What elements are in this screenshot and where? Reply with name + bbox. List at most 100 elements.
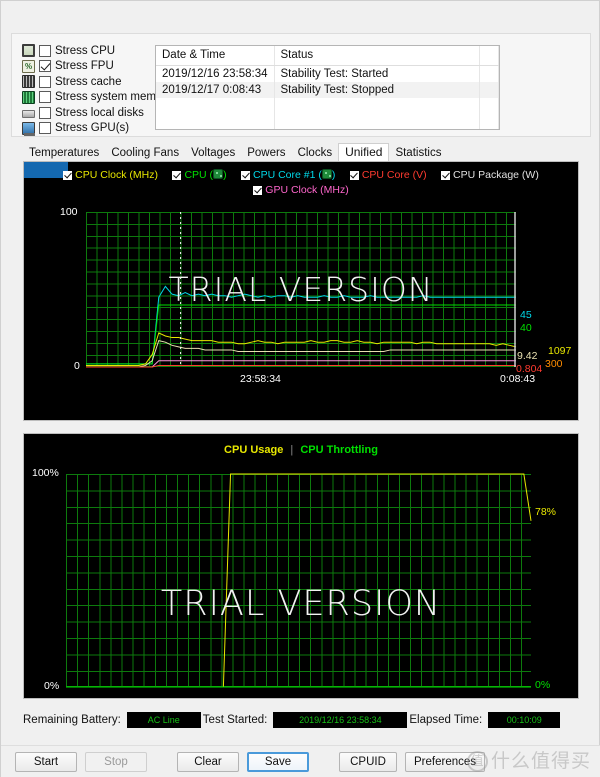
cell-spacer bbox=[479, 98, 499, 114]
preferences-button[interactable]: Preferences bbox=[405, 752, 486, 772]
stress-option-cache[interactable]: Stress cache bbox=[22, 74, 147, 90]
battery-value: AC Line bbox=[126, 712, 201, 728]
column-header-datetime[interactable]: Date & Time bbox=[156, 46, 275, 66]
button-bar: Start Stop Clear Save CPUID Preferences bbox=[1, 745, 600, 777]
column-header-status[interactable]: Status bbox=[274, 46, 480, 66]
cache-icon bbox=[22, 75, 35, 89]
chart2-series-svg bbox=[66, 474, 531, 687]
status-bar: Remaining Battery: AC Line Test Started:… bbox=[23, 709, 579, 731]
tab-temperatures[interactable]: Temperatures bbox=[23, 146, 105, 161]
save-button[interactable]: Save bbox=[247, 752, 309, 772]
legend-checkbox[interactable] bbox=[172, 171, 182, 180]
legend-checkbox[interactable] bbox=[349, 171, 359, 180]
legend-checkbox[interactable] bbox=[241, 171, 251, 180]
chart-tab-bar: Temperatures Cooling Fans Voltages Power… bbox=[23, 143, 447, 162]
cpuid-button[interactable]: CPUID bbox=[339, 752, 397, 772]
cell-spacer bbox=[479, 114, 499, 129]
cell-datetime bbox=[156, 114, 275, 129]
legend-item-cpu-core1-temp[interactable]: CPU Core #1 () bbox=[241, 168, 335, 183]
table-row[interactable] bbox=[156, 114, 499, 129]
chart1-plot-area bbox=[86, 212, 516, 367]
legend-item-cpu-throttling[interactable]: CPU Throttling bbox=[300, 444, 378, 456]
stress-option-label: Stress cache bbox=[55, 75, 122, 88]
stress-option-fpu[interactable]: % Stress FPU bbox=[22, 59, 147, 75]
elapsed-time-label: Elapsed Time: bbox=[409, 714, 483, 726]
stress-option-system-mem[interactable]: Stress system mem bbox=[22, 90, 156, 106]
chart2-legend: CPU Usage | CPU Throttling bbox=[24, 444, 578, 456]
stress-local-disks-checkbox[interactable] bbox=[39, 106, 51, 119]
chart1-legend: CPU Clock (MHz) CPU () CPU Core #1 () CP… bbox=[24, 168, 578, 198]
cpu-chip-icon bbox=[22, 44, 35, 58]
elapsed-time-value: 00:10:09 bbox=[488, 712, 561, 728]
clear-button[interactable]: Clear bbox=[177, 752, 239, 772]
stress-option-label: Stress FPU bbox=[55, 60, 114, 73]
celsius-emoji-icon bbox=[213, 169, 224, 179]
chart1-endvalue-cpu-temp: 40 bbox=[520, 322, 532, 334]
battery-label: Remaining Battery: bbox=[23, 714, 121, 726]
table-row[interactable] bbox=[156, 98, 499, 114]
legend-item-cpu-package-w[interactable]: CPU Package (W) bbox=[441, 168, 539, 183]
chart1-series-svg bbox=[86, 212, 516, 367]
legend-label: CPU Clock (MHz) bbox=[75, 169, 159, 181]
legend-item-cpu-clock[interactable]: CPU Clock (MHz) bbox=[63, 168, 158, 183]
stress-system-mem-checkbox[interactable] bbox=[39, 91, 51, 104]
cell-status bbox=[274, 98, 480, 114]
legend-item-cpu-usage[interactable]: CPU Usage bbox=[224, 444, 283, 456]
column-header-spacer bbox=[479, 46, 499, 66]
test-started-label: Test Started: bbox=[202, 714, 268, 726]
cell-spacer bbox=[479, 65, 499, 82]
tab-cooling-fans[interactable]: Cooling Fans bbox=[105, 146, 185, 161]
legend-label: CPU Core (V) bbox=[361, 169, 427, 181]
chart1-x-start-label: 23:58:34 bbox=[240, 373, 281, 385]
legend-label: CPU Package (W) bbox=[453, 169, 539, 181]
fpu-percent-icon: % bbox=[22, 59, 35, 73]
stress-option-label: Stress local disks bbox=[55, 106, 144, 119]
legend-checkbox[interactable] bbox=[441, 171, 451, 180]
stress-option-cpu[interactable]: Stress CPU bbox=[22, 43, 147, 59]
stress-option-label: Stress system mem bbox=[55, 91, 156, 104]
tab-unified[interactable]: Unified bbox=[338, 143, 390, 162]
legend-checkbox[interactable] bbox=[63, 171, 73, 180]
unified-chart-panel[interactable]: CPU Clock (MHz) CPU () CPU Core #1 () CP… bbox=[23, 161, 579, 421]
legend-label: CPU () bbox=[184, 169, 227, 181]
table-row[interactable]: 2019/12/16 23:58:34 Stability Test: Star… bbox=[156, 65, 499, 82]
stress-option-gpu[interactable]: Stress GPU(s) bbox=[22, 121, 147, 137]
chart1-endvalue-package-w: 9.42 bbox=[517, 350, 538, 362]
cell-datetime bbox=[156, 98, 275, 114]
legend-item-gpu-clock[interactable]: GPU Clock (MHz) bbox=[253, 183, 349, 198]
chart1-endvalue-cpu-clock: 1097 bbox=[548, 345, 572, 357]
start-button[interactable]: Start bbox=[15, 752, 77, 772]
stress-cache-checkbox[interactable] bbox=[39, 75, 51, 88]
celsius-emoji-icon bbox=[321, 169, 332, 179]
stress-gpu-checkbox[interactable] bbox=[39, 122, 51, 135]
stress-fpu-checkbox[interactable] bbox=[39, 60, 51, 73]
stop-button: Stop bbox=[85, 752, 147, 772]
chart1-endvalue-gpu-clock: 300 bbox=[545, 358, 563, 370]
cell-spacer bbox=[479, 82, 499, 98]
event-log-table[interactable]: Date & Time Status 2019/12/16 23:58:34 S… bbox=[155, 45, 500, 130]
chart1-endvalue-core1-temp: 45 bbox=[520, 309, 532, 321]
memory-stick-icon bbox=[22, 90, 35, 104]
chart2-endvalue-usage: 78% bbox=[535, 506, 557, 518]
tab-clocks[interactable]: Clocks bbox=[292, 146, 339, 161]
legend-item-cpu-temp[interactable]: CPU () bbox=[172, 168, 227, 183]
stress-option-local-disks[interactable]: Stress local disks bbox=[22, 105, 147, 121]
hard-disk-icon bbox=[22, 110, 35, 119]
tab-voltages[interactable]: Voltages bbox=[185, 146, 241, 161]
top-section: Stress CPU % Stress FPU Stress cache Str… bbox=[11, 33, 591, 137]
chart2-endvalue-throttling: 0% bbox=[535, 679, 551, 691]
chart1-y-max-label: 100 bbox=[60, 206, 78, 218]
legend-separator: | bbox=[290, 444, 294, 456]
stress-options-list: Stress CPU % Stress FPU Stress cache Str… bbox=[12, 34, 156, 137]
stress-cpu-checkbox[interactable] bbox=[39, 44, 51, 57]
cpu-usage-chart-panel[interactable]: CPU Usage | CPU Throttling 100% 0% 78% 0… bbox=[23, 433, 579, 699]
tab-statistics[interactable]: Statistics bbox=[389, 146, 447, 161]
table-header-row: Date & Time Status bbox=[156, 46, 499, 66]
gpu-monitor-icon bbox=[22, 121, 35, 136]
chart2-y-min-label: 0% bbox=[44, 680, 60, 692]
table-row[interactable]: 2019/12/17 0:08:43 Stability Test: Stopp… bbox=[156, 82, 499, 98]
tab-powers[interactable]: Powers bbox=[241, 146, 291, 161]
legend-checkbox[interactable] bbox=[253, 186, 263, 195]
legend-item-cpu-core-v[interactable]: CPU Core (V) bbox=[349, 168, 427, 183]
chart1-y-min-label: 0 bbox=[74, 360, 80, 372]
